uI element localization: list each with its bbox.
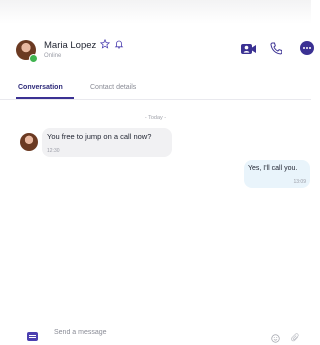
day-separator: - Today - (144, 115, 167, 121)
contact-name: Maria Lopez (44, 40, 97, 51)
message-text: You free to jump on a call now? (47, 132, 152, 141)
emoji-icon[interactable] (271, 334, 280, 343)
contact-status: Online (44, 53, 62, 59)
tab-conversation[interactable]: Conversation (18, 84, 63, 91)
incoming-message: You free to jump on a call now? 12:30 (42, 128, 172, 157)
more-icon[interactable] (300, 41, 314, 55)
video-call-icon[interactable] (241, 43, 257, 55)
phone-icon[interactable] (270, 42, 282, 55)
outgoing-message: Yes, I'll call you. 13:09 (244, 160, 310, 188)
online-status-indicator (29, 54, 38, 63)
tab-contact-details[interactable]: Contact details (90, 84, 136, 91)
bell-icon[interactable] (114, 39, 124, 49)
message-avatar (20, 133, 38, 151)
attachment-icon[interactable] (291, 333, 300, 343)
message-time: 13:09 (293, 179, 306, 185)
top-bar-background (0, 0, 311, 24)
message-input[interactable] (54, 329, 234, 336)
tabs-divider (0, 99, 311, 100)
message-composer (0, 322, 311, 345)
conversation-header: Maria Lopez Online (0, 38, 314, 68)
chat-icon[interactable] (27, 332, 38, 341)
message-time: 12:30 (47, 148, 60, 154)
message-text: Yes, I'll call you. (248, 165, 298, 172)
star-icon[interactable] (100, 39, 110, 49)
